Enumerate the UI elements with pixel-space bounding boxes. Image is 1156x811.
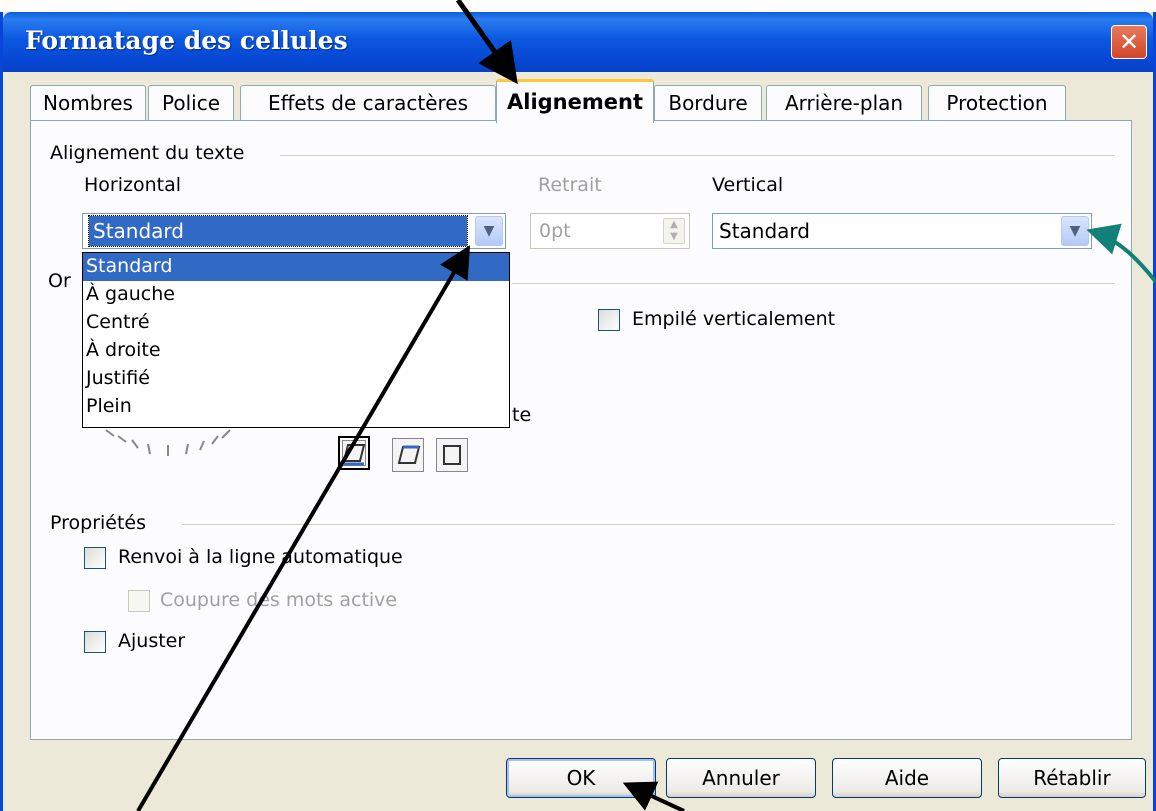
vertical-select[interactable]: Standard ▼ <box>712 213 1092 249</box>
hyphenation-label: Coupure des mots active <box>160 589 398 611</box>
title-bar[interactable]: Formatage des cellules ✕ <box>3 12 1153 72</box>
tab-police[interactable]: Police <box>148 85 234 121</box>
shrink-to-fit-label: Ajuster <box>118 630 186 652</box>
text-direction-button-1[interactable] <box>338 436 370 470</box>
text-alignment-heading: Alignement du texte <box>50 142 253 164</box>
slant-box-icon <box>342 444 366 466</box>
section-separator <box>182 524 1115 525</box>
tab-protection[interactable]: Protection <box>928 85 1066 121</box>
text-direction-button-2[interactable] <box>392 438 424 472</box>
help-button[interactable]: Aide <box>832 758 982 798</box>
close-button[interactable]: ✕ <box>1111 25 1147 59</box>
chevron-down-icon[interactable]: ▼ <box>1061 216 1089 246</box>
slant-box-icon <box>397 445 421 464</box>
square-icon <box>443 445 461 465</box>
option-plein[interactable]: Plein <box>83 393 509 421</box>
orientation-partial-text: te <box>512 404 532 426</box>
tab-bar: Nombres Police Effets de caractères Alig… <box>30 79 1130 123</box>
section-separator <box>280 155 1115 156</box>
horizontal-label: Horizontal <box>84 174 182 196</box>
reset-button[interactable]: Rétablir <box>998 758 1146 798</box>
tab-arriere-plan[interactable]: Arrière-plan <box>766 85 922 121</box>
option-a-gauche[interactable]: À gauche <box>83 281 509 309</box>
horizontal-value: Standard <box>88 215 468 247</box>
indent-label: Retrait <box>538 174 602 196</box>
dialog-title: Formatage des cellules <box>25 26 348 55</box>
horizontal-select[interactable]: Standard ▼ <box>82 213 506 249</box>
spin-arrows-icon[interactable]: ▲ ▼ <box>663 218 685 244</box>
close-icon: ✕ <box>1118 28 1140 56</box>
stacked-vertically-label: Empilé verticalement <box>632 308 836 330</box>
stacked-vertically-checkbox[interactable] <box>598 309 620 331</box>
vertical-label: Vertical <box>712 174 784 196</box>
properties-heading: Propriétés <box>50 512 155 534</box>
orientation-heading-partial: Or <box>48 270 79 292</box>
horizontal-dropdown-list: Standard À gauche Centré À droite Justif… <box>82 252 510 428</box>
tab-nombres[interactable]: Nombres <box>30 85 146 121</box>
option-justifie[interactable]: Justifié <box>83 365 509 393</box>
text-direction-button-3[interactable] <box>436 438 468 472</box>
section-separator <box>512 283 1115 284</box>
wrap-text-checkbox[interactable] <box>84 547 106 569</box>
vertical-value: Standard <box>719 219 810 243</box>
tab-bordure[interactable]: Bordure <box>654 85 762 121</box>
wrap-text-label: Renvoi à la ligne automatique <box>118 546 403 568</box>
shrink-to-fit-checkbox[interactable] <box>84 631 106 653</box>
cancel-button[interactable]: Annuler <box>666 758 816 798</box>
option-centre[interactable]: Centré <box>83 309 509 337</box>
indent-spinner[interactable]: 0pt ▲ ▼ <box>530 213 690 249</box>
option-a-droite[interactable]: À droite <box>83 337 509 365</box>
ok-button[interactable]: OK <box>506 758 656 798</box>
option-standard[interactable]: Standard <box>83 253 509 281</box>
tab-effets[interactable]: Effets de caractères <box>240 85 496 121</box>
hyphenation-checkbox[interactable] <box>128 590 150 612</box>
chevron-down-icon[interactable]: ▼ <box>475 216 503 246</box>
indent-value: 0pt <box>539 220 571 242</box>
tab-alignement[interactable]: Alignement <box>496 79 654 123</box>
